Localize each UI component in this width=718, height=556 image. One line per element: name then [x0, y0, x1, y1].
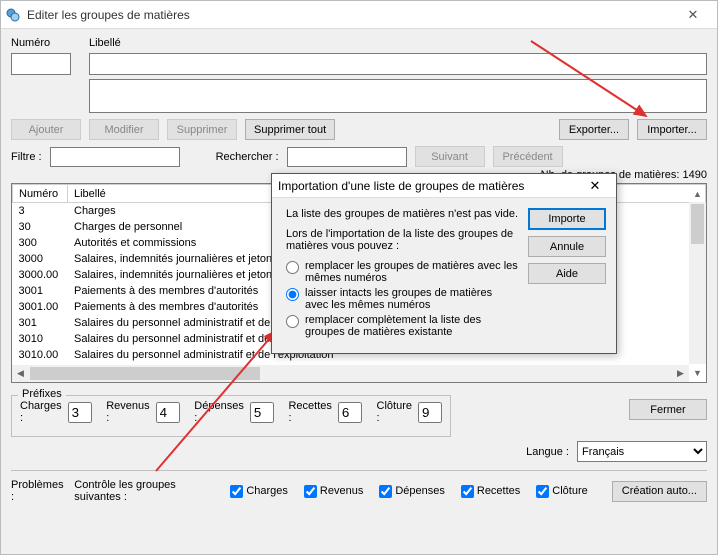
scroll-up-icon[interactable]: ▲ [689, 185, 706, 202]
supprimer-tout-button[interactable]: Supprimer tout [245, 119, 335, 140]
chk-depenses[interactable]: Dépenses [379, 485, 445, 498]
chk-recettes[interactable]: Recettes [461, 485, 520, 498]
prefix-cloture-label: Clôture : [377, 400, 412, 424]
suivant-button[interactable]: Suivant [415, 146, 485, 167]
prefixes-legend: Préfixes [18, 388, 66, 400]
modifier-button[interactable]: Modifier [89, 119, 159, 140]
rechercher-label: Rechercher : [216, 151, 279, 163]
dialog-line2: Lors de l'importation de la liste des gr… [286, 228, 518, 252]
prefix-depenses-input[interactable] [250, 402, 274, 423]
ajouter-button[interactable]: Ajouter [11, 119, 81, 140]
prefix-charges-input[interactable] [68, 402, 92, 423]
dialog-import-button[interactable]: Importe [528, 208, 606, 230]
scroll-thumb-v[interactable] [691, 204, 704, 244]
chk-revenus[interactable]: Revenus [304, 485, 363, 498]
close-icon[interactable]: ✕ [673, 1, 713, 29]
libelle-label: Libellé [89, 37, 121, 49]
problemes-label: Problèmes : [11, 479, 66, 503]
langue-label: Langue : [526, 446, 569, 458]
scroll-thumb-h[interactable] [30, 367, 260, 380]
dialog-line1: La liste des groupes de matières n'est p… [286, 208, 518, 220]
import-dialog: Importation d'une liste de groupes de ma… [271, 173, 617, 354]
chk-charges[interactable]: Charges [230, 485, 288, 498]
rechercher-input[interactable] [287, 147, 407, 167]
importer-button[interactable]: Importer... [637, 119, 707, 140]
dialog-title: Importation d'une liste de groupes de ma… [278, 179, 580, 193]
prefix-revenus-label: Revenus : [106, 400, 149, 424]
prefix-recettes-input[interactable] [338, 402, 362, 423]
prefix-recettes-label: Recettes : [288, 400, 331, 424]
controle-label: Contrôle les groupes suivantes : [74, 479, 222, 503]
fermer-button[interactable]: Fermer [629, 399, 707, 420]
prefix-charges-label: Charges : [20, 400, 62, 424]
supprimer-button[interactable]: Supprimer [167, 119, 237, 140]
radio-keep-same[interactable]: laisser intacts les groupes de matières … [286, 287, 518, 311]
libelle-textarea[interactable] [89, 79, 707, 113]
radio-replace-same[interactable]: remplacer les groupes de matières avec l… [286, 260, 518, 284]
precedent-button[interactable]: Précédent [493, 146, 563, 167]
window-title: Editer les groupes de matières [27, 8, 673, 22]
vertical-scrollbar[interactable]: ▲ ▼ [689, 202, 706, 364]
filtre-label: Filtre : [11, 151, 42, 163]
dialog-close-icon[interactable]: ✕ [580, 178, 610, 194]
radio-replace-all[interactable]: remplacer complètement la liste des grou… [286, 314, 518, 338]
langue-select[interactable]: Français [577, 441, 707, 462]
prefix-revenus-input[interactable] [156, 402, 180, 423]
horizontal-scrollbar[interactable]: ◀ ▶ [12, 365, 689, 382]
numero-input[interactable] [11, 53, 71, 75]
numero-label: Numéro [11, 37, 71, 49]
prefix-cloture-input[interactable] [418, 402, 442, 423]
chk-cloture[interactable]: Clôture [536, 485, 587, 498]
exporter-button[interactable]: Exporter... [559, 119, 629, 140]
dialog-help-button[interactable]: Aide [528, 263, 606, 284]
scroll-down-icon[interactable]: ▼ [689, 364, 706, 381]
col-numero[interactable]: Numéro [13, 185, 68, 203]
prefix-depenses-label: Dépenses : [194, 400, 244, 424]
dialog-cancel-button[interactable]: Annule [528, 236, 606, 257]
creation-auto-button[interactable]: Création auto... [612, 481, 707, 502]
count-value: 1490 [683, 169, 707, 181]
scroll-right-icon[interactable]: ▶ [672, 365, 689, 382]
libelle-input[interactable] [89, 53, 707, 75]
app-icon [5, 7, 21, 23]
scroll-left-icon[interactable]: ◀ [12, 365, 29, 382]
filtre-input[interactable] [50, 147, 180, 167]
